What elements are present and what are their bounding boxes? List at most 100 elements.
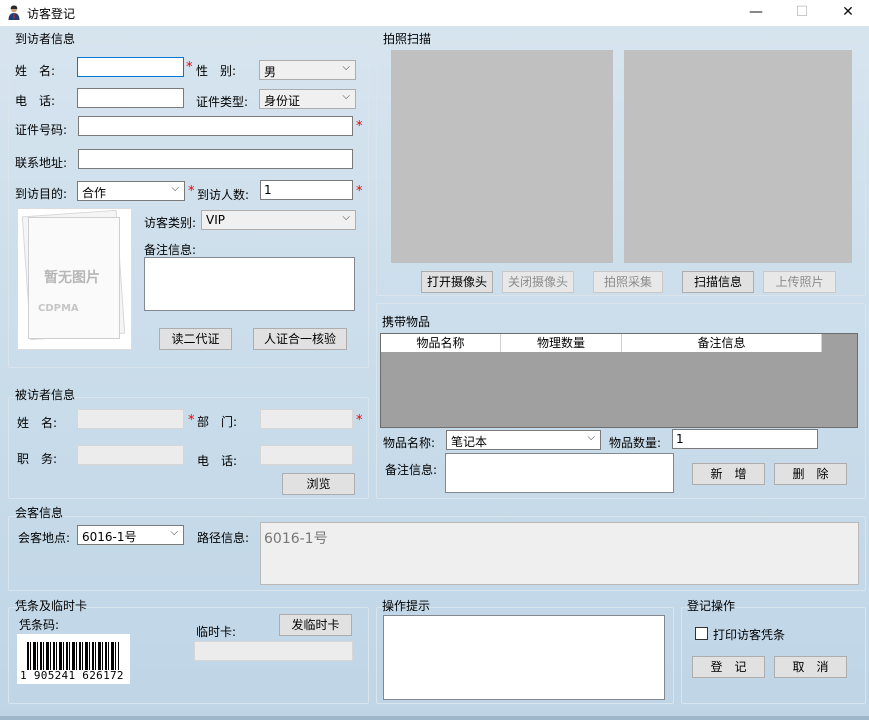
category-value: VIP: [206, 213, 225, 227]
visitor-remark-textarea[interactable]: [144, 257, 355, 311]
items-title: 携带物品: [382, 315, 431, 329]
person-icon: [8, 5, 20, 20]
chevron-down-icon: ⌵: [170, 527, 178, 538]
voucher-code-label: 凭条码:: [19, 618, 60, 632]
add-item-button[interactable]: 新 增: [692, 463, 765, 485]
idtype-select[interactable]: 身份证 ⌵: [259, 89, 356, 109]
upload-photo-button[interactable]: 上传照片: [763, 271, 836, 293]
address-input[interactable]: [78, 149, 353, 169]
camera-preview-right: [624, 50, 852, 263]
voucher-title: 凭条及临时卡: [15, 599, 88, 613]
required-mark: *: [356, 119, 363, 134]
register-button[interactable]: 登 记: [692, 656, 765, 678]
chevron-down-icon: ⌵: [587, 432, 595, 443]
route-label: 路径信息:: [197, 531, 250, 545]
gender-select[interactable]: 男 ⌵: [259, 60, 356, 80]
host-name-input[interactable]: [77, 409, 184, 429]
print-voucher-checkbox[interactable]: [695, 627, 708, 640]
meeting-place-value: 6016-1号: [82, 530, 137, 544]
read-id-button[interactable]: 读二代证: [159, 328, 232, 350]
meeting-place-label: 会客地点:: [18, 531, 71, 545]
idtype-label: 证件类型:: [196, 95, 249, 109]
items-table[interactable]: 物品名称 物理数量 备注信息: [380, 333, 858, 428]
idtype-value: 身份证: [264, 94, 301, 108]
item-name-value: 笔记本: [451, 435, 488, 449]
visitor-info-title: 到访者信息: [15, 32, 76, 46]
hint-title: 操作提示: [382, 599, 431, 613]
window-title: 访客登记: [27, 7, 76, 21]
camera-preview-left: [391, 50, 613, 263]
host-phone-label: 电 话:: [197, 454, 238, 468]
chevron-down-icon: ⌵: [342, 62, 350, 73]
item-remark-textarea[interactable]: [445, 453, 674, 493]
host-title-label: 职 务:: [17, 452, 58, 466]
required-mark: *: [356, 184, 363, 199]
voucher-barcode: 1 905241 626172: [17, 634, 130, 684]
photo-placeholder-text: 暂无图片: [44, 270, 100, 286]
visitor-remark-label: 备注信息:: [144, 243, 197, 257]
column-header-remark[interactable]: 备注信息: [622, 334, 822, 352]
host-dept-label: 部 门:: [197, 415, 238, 429]
tempcard-label: 临时卡:: [196, 625, 237, 639]
visitor-name-input[interactable]: [77, 57, 184, 77]
visitor-phone-input[interactable]: [77, 88, 184, 108]
cancel-button[interactable]: 取 消: [774, 656, 847, 678]
purpose-select[interactable]: 合作 ⌵: [77, 181, 185, 201]
item-qty-input[interactable]: 1: [672, 429, 818, 449]
count-input[interactable]: 1: [260, 180, 353, 200]
column-header-quantity[interactable]: 物理数量: [501, 334, 622, 352]
chevron-down-icon: ⌵: [171, 183, 179, 194]
meeting-title: 会客信息: [15, 506, 64, 520]
visitor-photo: 暂无图片 CDPMA: [17, 208, 132, 350]
column-header-item-name[interactable]: 物品名称: [381, 334, 501, 352]
register-title: 登记操作: [687, 599, 736, 613]
item-name-select[interactable]: 笔记本 ⌵: [446, 430, 601, 450]
maximize-button[interactable]: ☐: [779, 0, 825, 26]
barcode-bars: [27, 642, 119, 670]
capture-button[interactable]: 拍照采集: [593, 271, 663, 293]
host-title-input[interactable]: [77, 445, 184, 465]
gender-value: 男: [264, 65, 277, 79]
host-name-label: 姓 名:: [17, 416, 58, 430]
close-camera-button[interactable]: 关闭摄像头: [502, 271, 574, 293]
hint-textarea[interactable]: [383, 615, 665, 700]
browse-button[interactable]: 浏览: [282, 473, 355, 495]
camera-title: 拍照扫描: [383, 32, 432, 46]
close-button[interactable]: ✕: [825, 0, 869, 26]
category-label: 访客类别:: [144, 216, 197, 230]
required-mark: *: [356, 413, 363, 428]
minimize-button[interactable]: —: [733, 0, 779, 26]
verify-button[interactable]: 人证合一核验: [253, 328, 347, 350]
idnum-input[interactable]: [78, 116, 353, 136]
item-name-label: 物品名称:: [383, 436, 436, 450]
chevron-down-icon: ⌵: [342, 212, 350, 223]
idnum-label: 证件号码:: [15, 123, 68, 137]
print-voucher-label: 打印访客凭条: [713, 628, 786, 642]
required-mark: *: [188, 184, 195, 199]
tempcard-input[interactable]: [194, 641, 353, 661]
photo-brand-text: CDPMA: [38, 303, 79, 314]
host-info-title: 被访者信息: [15, 388, 76, 402]
count-label: 到访人数:: [197, 188, 250, 202]
category-select[interactable]: VIP ⌵: [201, 210, 356, 230]
host-phone-input[interactable]: [260, 445, 353, 465]
visitor-phone-label: 电 话:: [15, 94, 56, 108]
address-label: 联系地址:: [15, 156, 68, 170]
delete-item-button[interactable]: 删 除: [774, 463, 847, 485]
items-table-header: 物品名称 物理数量 备注信息: [381, 334, 822, 352]
host-dept-input[interactable]: [260, 409, 353, 429]
item-remark-label: 备注信息:: [385, 463, 438, 477]
open-camera-button[interactable]: 打开摄像头: [421, 271, 493, 293]
visitor-registration-window: 访客登记 — ☐ ✕ 到访者信息 姓 名: * 性 别: 男 ⌵ 电 话: 证件…: [0, 0, 869, 720]
route-info-field[interactable]: 6016-1号: [260, 522, 859, 585]
barcode-number: 1 905241 626172: [20, 669, 124, 682]
scan-info-button[interactable]: 扫描信息: [682, 271, 754, 293]
chevron-down-icon: ⌵: [342, 91, 350, 102]
meeting-place-select[interactable]: 6016-1号 ⌵: [77, 525, 184, 545]
title-bar: 访客登记 — ☐ ✕: [0, 0, 869, 26]
gender-label: 性 别:: [196, 64, 237, 78]
bottom-edge: [0, 716, 869, 720]
required-mark: *: [186, 60, 193, 75]
visitor-name-label: 姓 名:: [15, 64, 56, 78]
issue-tempcard-button[interactable]: 发临时卡: [279, 614, 352, 636]
